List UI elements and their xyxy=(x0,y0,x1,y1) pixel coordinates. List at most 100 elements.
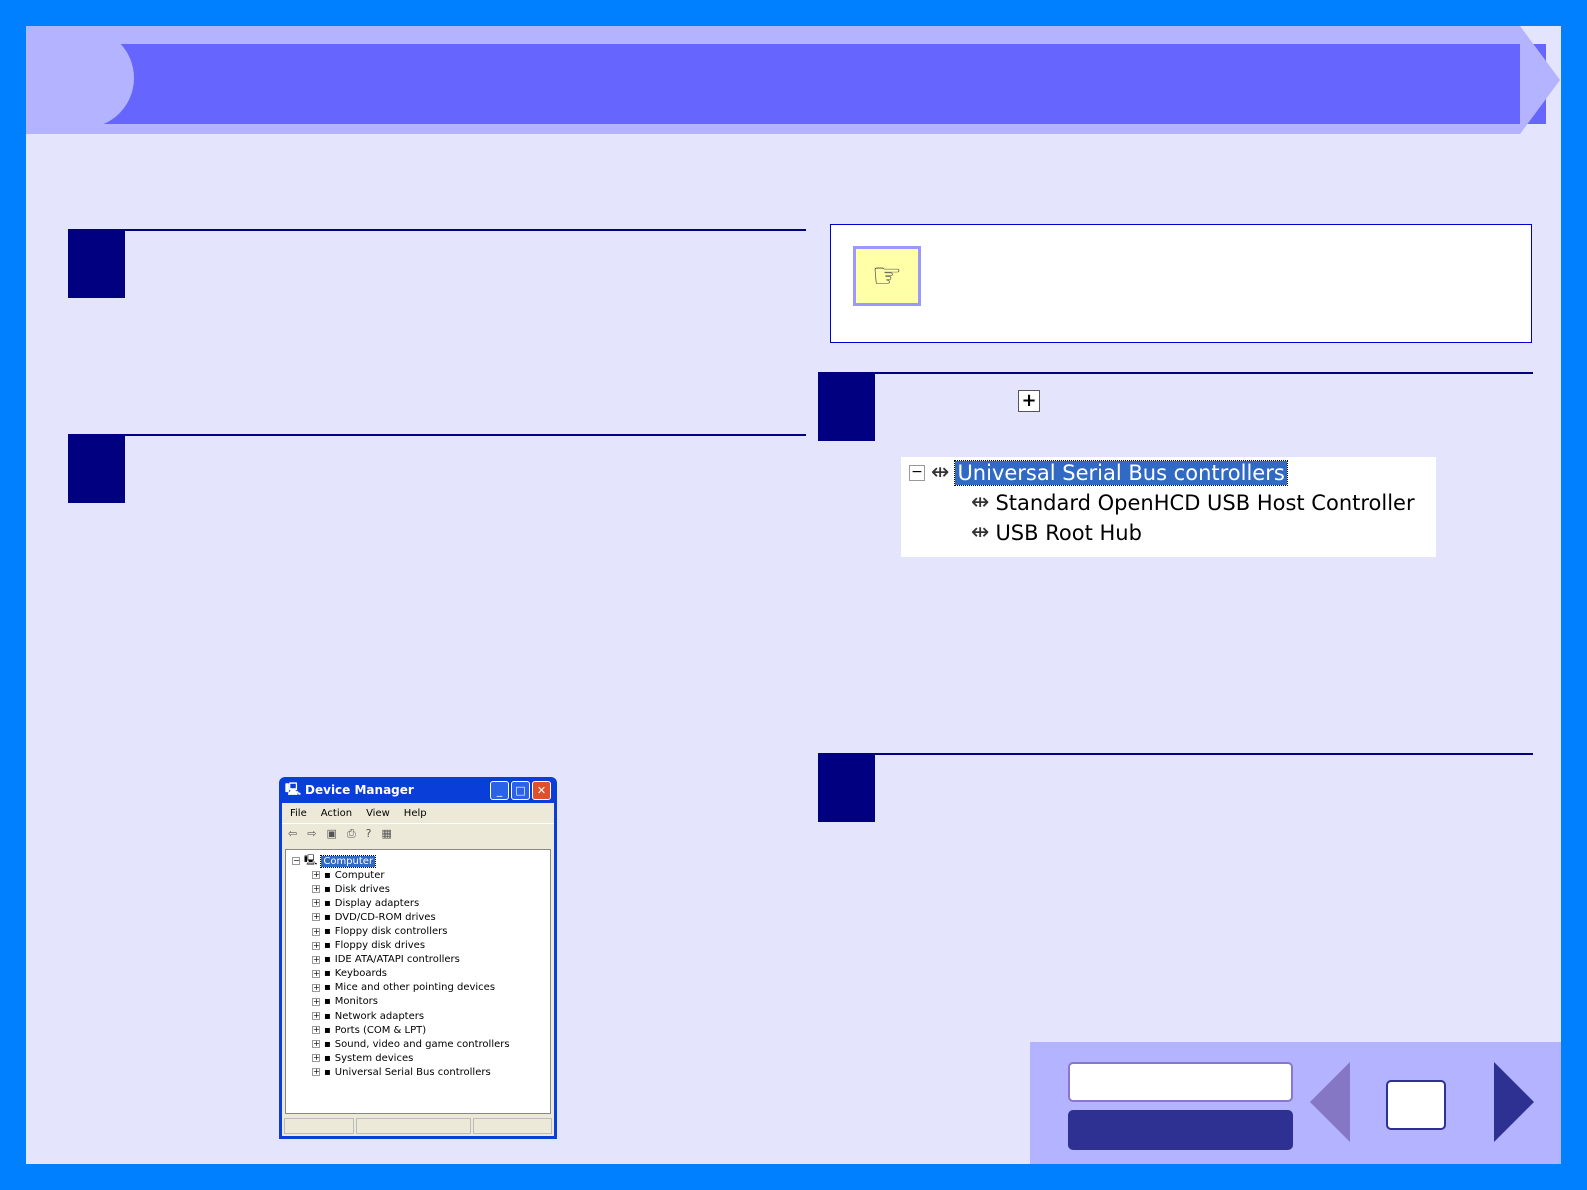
back-icon[interactable]: ⇦ xyxy=(288,827,297,842)
expand-icon[interactable]: + xyxy=(312,941,320,950)
menu-file[interactable]: File xyxy=(290,808,307,819)
tree-item[interactable]: + ▪ System devices xyxy=(286,1051,550,1065)
expand-icon[interactable]: + xyxy=(312,1054,320,1063)
expand-icon[interactable]: + xyxy=(312,927,320,936)
expand-icon[interactable]: + xyxy=(312,1040,320,1049)
tree-item-label: Mice and other pointing devices xyxy=(334,982,496,994)
expand-icon[interactable]: + xyxy=(312,1026,320,1035)
properties-icon[interactable]: ▣ xyxy=(326,827,336,842)
device-icon: ▪ xyxy=(324,954,331,966)
expand-icon[interactable]: + xyxy=(312,983,320,992)
tree-item[interactable]: + ▪ IDE ATA/ATAPI controllers xyxy=(286,953,550,967)
print-icon[interactable]: ⎙ xyxy=(347,827,356,842)
note-box: ☞ xyxy=(830,224,1532,343)
device-icon: ▪ xyxy=(324,1038,331,1050)
step-3-rule xyxy=(818,372,1533,374)
expand-icon[interactable]: + xyxy=(312,955,320,964)
usb-icon: ⇹ xyxy=(931,460,950,485)
device-icon: ▪ xyxy=(324,911,331,923)
expand-icon[interactable]: + xyxy=(312,1068,320,1077)
tree-item[interactable]: + ▪ Computer xyxy=(286,868,550,882)
step-3-marker xyxy=(818,374,875,441)
expand-icon[interactable]: + xyxy=(312,885,320,894)
previous-page-button[interactable] xyxy=(1310,1062,1350,1142)
page: ☞ + − ⇹ Universal Serial Bus controllers ⇹… xyxy=(26,26,1561,1164)
tree-item[interactable]: + ▪ Disk drives xyxy=(286,882,550,896)
expand-icon[interactable]: + xyxy=(312,899,320,908)
page-number-box xyxy=(1386,1080,1446,1130)
step-2-marker xyxy=(68,436,125,503)
tree-item-label: Disk drives xyxy=(334,883,390,895)
step-1-marker xyxy=(68,231,125,298)
tree-item[interactable]: + ▪ Universal Serial Bus controllers xyxy=(286,1065,550,1079)
device-icon: ▪ xyxy=(324,996,331,1008)
menu-action[interactable]: Action xyxy=(321,808,352,819)
device-icon: ▪ xyxy=(324,982,331,994)
tree-item[interactable]: + ▪ Ports (COM & LPT) xyxy=(286,1023,550,1037)
tree-item-label: Ports (COM & LPT) xyxy=(334,1024,427,1036)
device-icon: ▪ xyxy=(324,940,331,952)
contents-button[interactable] xyxy=(1068,1062,1293,1102)
menu-help[interactable]: Help xyxy=(404,808,427,819)
usb-icon: ⇹ xyxy=(971,490,990,515)
tree-item[interactable]: + ▪ Monitors xyxy=(286,995,550,1009)
device-tree: − 🖳 Computer + ▪ Computer + ▪ Disk drives + ▪ Disp… xyxy=(285,849,551,1114)
tree-item-label: Computer xyxy=(334,869,385,881)
device-icon: ▪ xyxy=(324,1066,331,1078)
tree-item-label: IDE ATA/ATAPI controllers xyxy=(334,954,460,966)
tree-item[interactable]: + ▪ DVD/CD-ROM drives xyxy=(286,910,550,924)
chapter-circle xyxy=(34,28,134,128)
tree-item-label: Display adapters xyxy=(334,897,420,909)
tree-item-label: Network adapters xyxy=(334,1010,425,1022)
tree-item-label: Universal Serial Bus controllers xyxy=(334,1066,491,1078)
navigation-panel xyxy=(1030,1042,1561,1164)
usb-child: Standard OpenHCD USB Host Controller xyxy=(995,490,1415,515)
expand-icon[interactable]: + xyxy=(312,913,320,922)
status-bar xyxy=(282,1116,554,1136)
scan-icon[interactable]: ▦ xyxy=(382,827,392,842)
expand-icon[interactable]: + xyxy=(312,969,320,978)
computer-icon: 🖳 xyxy=(285,781,302,796)
tree-item[interactable]: + ▪ Network adapters xyxy=(286,1009,550,1023)
tree-item-label: DVD/CD-ROM drives xyxy=(334,911,436,923)
device-icon: ▪ xyxy=(324,869,331,881)
close-button[interactable]: ✕ xyxy=(532,781,551,800)
device-icon: ▪ xyxy=(324,968,331,980)
device-icon: ▪ xyxy=(324,1052,331,1064)
tree-item[interactable]: + ▪ Floppy disk controllers xyxy=(286,924,550,938)
menu-view[interactable]: View xyxy=(366,808,390,819)
expand-icon[interactable]: + xyxy=(312,1012,320,1021)
usb-category: Universal Serial Bus controllers xyxy=(954,459,1288,486)
usb-child: USB Root Hub xyxy=(995,520,1142,545)
minimize-button[interactable]: _ xyxy=(490,781,509,800)
tree-root[interactable]: − 🖳 Computer xyxy=(286,854,550,868)
step-2-rule xyxy=(68,434,806,436)
collapse-icon: − xyxy=(909,464,925,481)
device-icon: ▪ xyxy=(324,883,331,895)
expand-icon[interactable]: + xyxy=(312,997,320,1006)
device-icon: ▪ xyxy=(324,1024,331,1036)
usb-tree-image: − ⇹ Universal Serial Bus controllers ⇹ Stan… xyxy=(901,457,1436,557)
tree-item-label: Monitors xyxy=(334,996,379,1008)
tree-item-label: Sound, video and game controllers xyxy=(334,1038,510,1050)
expand-icon[interactable]: + xyxy=(312,871,320,880)
maximize-button[interactable]: □ xyxy=(511,781,530,800)
tree-item[interactable]: + ▪ Keyboards xyxy=(286,967,550,981)
tree-item-label: System devices xyxy=(334,1052,414,1064)
plus-box-icon: + xyxy=(1018,390,1040,412)
tree-item[interactable]: + ▪ Display adapters xyxy=(286,896,550,910)
help-icon[interactable]: ? xyxy=(366,827,372,842)
pointing-hand-icon: ☞ xyxy=(853,246,921,306)
forward-icon[interactable]: ⇨ xyxy=(307,827,316,842)
tree-item-label: Floppy disk drives xyxy=(334,940,426,952)
step-4-rule xyxy=(818,753,1533,755)
window-title: Device Manager xyxy=(305,783,414,797)
next-page-button[interactable] xyxy=(1494,1062,1534,1142)
tree-item-label: Keyboards xyxy=(334,968,387,980)
index-button[interactable] xyxy=(1068,1110,1293,1150)
tree-item[interactable]: + ▪ Mice and other pointing devices xyxy=(286,981,550,995)
device-icon: ▪ xyxy=(324,926,331,938)
tree-item[interactable]: + ▪ Floppy disk drives xyxy=(286,939,550,953)
tree-item[interactable]: + ▪ Sound, video and game controllers xyxy=(286,1037,550,1051)
step-4-marker xyxy=(818,755,875,822)
